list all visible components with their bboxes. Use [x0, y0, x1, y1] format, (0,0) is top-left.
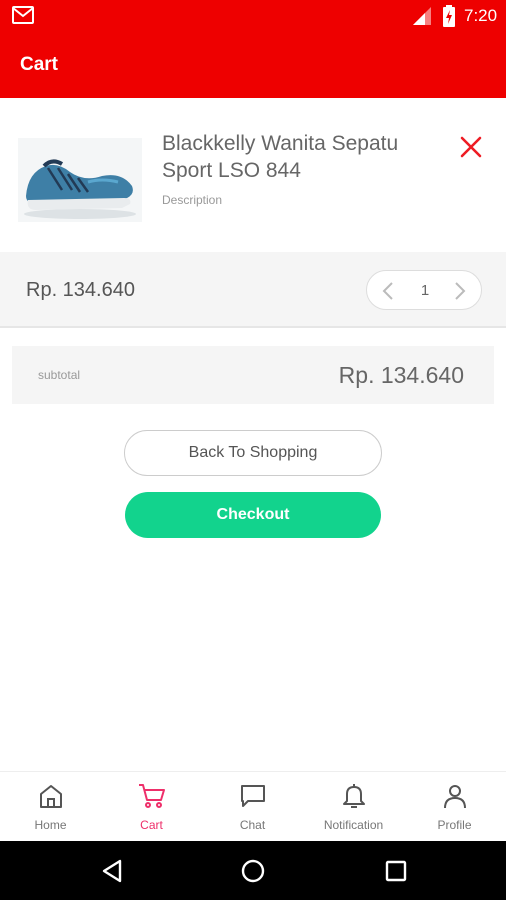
status-bar: 7:20 — [0, 0, 506, 34]
system-nav-bar — [0, 841, 506, 900]
product-description: Description — [162, 193, 223, 207]
subtotal-amount: Rp. 134.640 — [338, 362, 464, 388]
chevron-left-icon[interactable] — [377, 279, 401, 303]
nav-label-chat: Chat — [239, 818, 266, 832]
subtotal-label: subtotal — [38, 368, 81, 382]
quantity-stepper[interactable]: 1 — [366, 270, 482, 310]
cart-item: Blackkelly Wanita Sepatu Sport LSO 844 D… — [0, 98, 506, 252]
back-to-shopping-button[interactable]: Back To Shopping — [124, 430, 382, 476]
page-title: Cart — [20, 54, 59, 75]
gmail-icon — [12, 6, 34, 24]
quantity-value: 1 — [420, 282, 430, 299]
nav-label-notification: Notification — [323, 818, 384, 832]
status-time: 7:20 — [464, 6, 498, 25]
shoe-product-image — [18, 138, 142, 222]
close-icon[interactable] — [458, 134, 484, 160]
home-icon — [40, 785, 62, 808]
nav-item-chat[interactable]: Chat — [202, 772, 303, 842]
recents-square-icon[interactable] — [383, 858, 409, 884]
app-bar: Cart — [0, 34, 506, 98]
cart-icon — [139, 784, 165, 808]
price-row: Rp. 134.640 1 — [0, 252, 506, 328]
bottom-nav: Home Cart Chat Notification Profile — [0, 771, 506, 841]
home-circle-icon[interactable] — [240, 858, 266, 884]
chevron-right-icon[interactable] — [447, 279, 471, 303]
nav-item-cart[interactable]: Cart — [101, 772, 202, 842]
checkout-button[interactable]: Checkout — [125, 492, 381, 538]
nav-item-notification[interactable]: Notification — [303, 772, 404, 842]
back-triangle-icon[interactable] — [100, 858, 126, 884]
bell-icon — [343, 784, 365, 808]
nav-label-cart: Cart — [140, 818, 163, 832]
subtotal-box: subtotal Rp. 134.640 — [12, 346, 494, 404]
chat-icon — [241, 785, 265, 807]
profile-icon — [444, 785, 466, 809]
item-price: Rp. 134.640 — [26, 279, 135, 301]
battery-icon — [443, 5, 455, 27]
nav-item-home[interactable]: Home — [0, 772, 101, 842]
product-name[interactable]: Blackkelly Wanita Sepatu Sport LSO 844 — [162, 130, 422, 184]
nav-label-home: Home — [34, 818, 67, 832]
nav-item-profile[interactable]: Profile — [404, 772, 505, 842]
signal-icon — [413, 7, 431, 25]
nav-label-profile: Profile — [437, 818, 472, 832]
